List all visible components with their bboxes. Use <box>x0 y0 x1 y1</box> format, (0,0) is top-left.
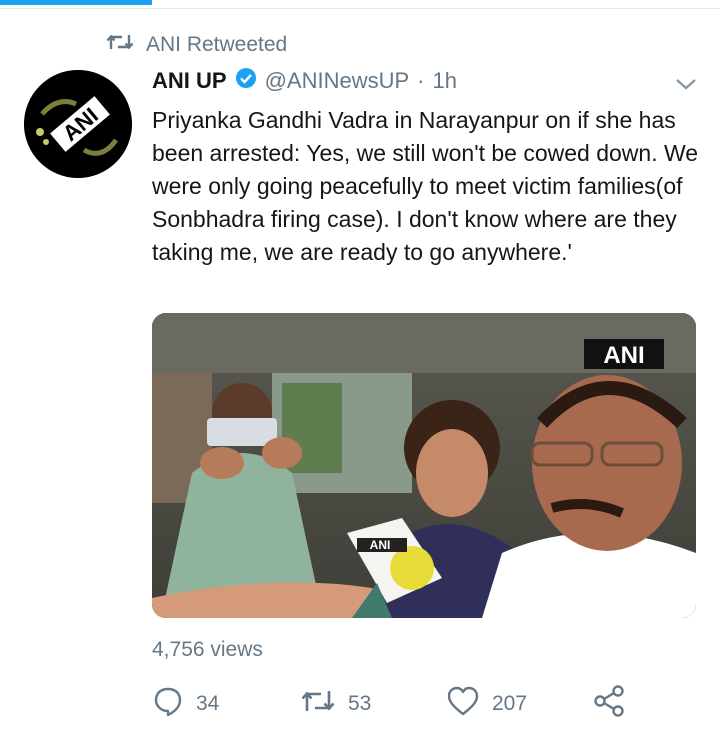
chevron-down-icon[interactable] <box>672 74 700 94</box>
like-count: 207 <box>492 692 528 715</box>
like-button[interactable]: 207 <box>446 684 527 724</box>
tweet-text: Priyanka Gandhi Vadra in Narayanpur on i… <box>152 107 699 265</box>
retweet-icon <box>106 31 134 59</box>
share-icon <box>592 684 626 724</box>
mic-label: ANI <box>370 538 391 552</box>
separator-dot: · <box>417 68 425 93</box>
top-tab-bar <box>0 0 720 9</box>
reply-icon <box>152 685 184 723</box>
verified-badge-icon <box>235 67 257 95</box>
avatar[interactable]: ANI <box>24 70 132 178</box>
retweet-icon <box>300 686 336 722</box>
author-name[interactable]: ANI UP <box>152 68 227 94</box>
active-tab-indicator <box>0 0 152 5</box>
share-button[interactable] <box>592 684 626 724</box>
retweet-button[interactable]: 53 <box>300 684 371 724</box>
reply-button[interactable]: 34 <box>152 684 219 724</box>
like-icon <box>446 685 480 723</box>
ani-watermark: ANI <box>603 342 644 369</box>
author-handle[interactable]: @ANINewsUP <box>265 68 410 94</box>
retweet-label: ANI Retweeted <box>146 33 288 56</box>
tweet-video[interactable]: ANI ANI <box>152 313 696 618</box>
tweet-actions: 34 53 207 <box>152 684 700 724</box>
view-count: 4,756 views <box>152 638 263 661</box>
retweet-count: 53 <box>348 692 372 715</box>
tweet-header: ANI UP @ANINewsUP · 1h <box>152 64 457 98</box>
retweet-context[interactable]: ANI Retweeted <box>106 32 287 58</box>
reply-count: 34 <box>196 692 220 715</box>
tweet-time[interactable]: 1h <box>432 68 456 94</box>
